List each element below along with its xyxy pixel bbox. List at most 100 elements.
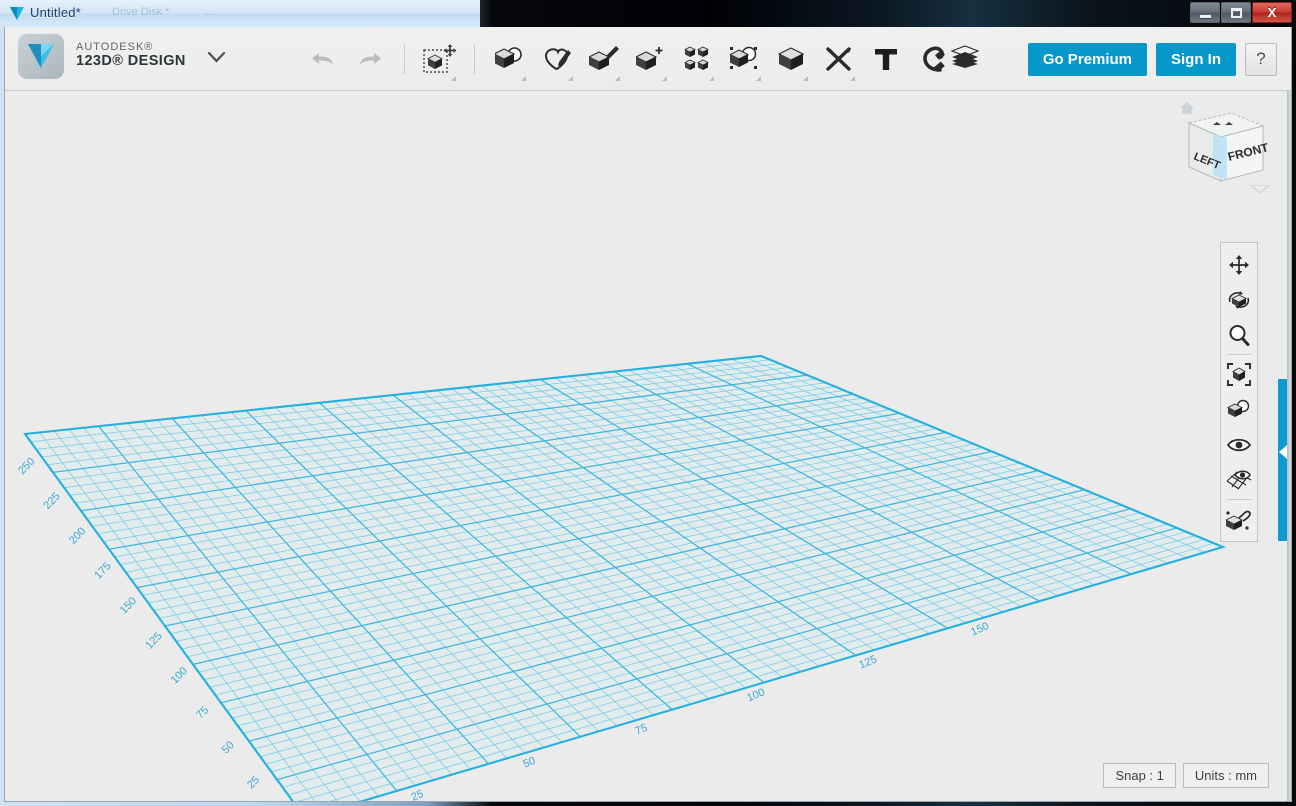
- layers-button[interactable]: [950, 44, 980, 74]
- grid-label-left: 125: [143, 630, 164, 652]
- shaded-cube-icon: [1227, 399, 1250, 417]
- brand-block[interactable]: AUTODESK® 123D® DESIGN: [18, 33, 225, 79]
- grid-label-bottom: 125: [857, 653, 879, 671]
- text-t-icon: [874, 49, 897, 70]
- combine-cube-icon: [729, 46, 757, 69]
- chevron-down-icon[interactable]: [1249, 181, 1271, 199]
- grid-label-left: 25: [245, 774, 262, 791]
- fit-cube-icon: [1227, 363, 1251, 386]
- app-window: Untitled* Drive Disk * ... X AUTODESK® 1…: [0, 0, 1296, 806]
- help-button[interactable]: ?: [1245, 42, 1277, 76]
- pattern-cubes-icon: [683, 46, 709, 70]
- grid-label-bottom: 150: [969, 620, 991, 638]
- grid-label-left: 225: [41, 490, 62, 512]
- close-button[interactable]: X: [1252, 2, 1292, 23]
- chevron-down-icon[interactable]: [207, 50, 225, 68]
- primitives-cube-icon: [494, 47, 522, 68]
- pattern-tool[interactable]: [677, 36, 718, 82]
- transform-tool[interactable]: [419, 36, 460, 82]
- brand-product: 123D® DESIGN: [76, 53, 186, 70]
- os-window-frame: Untitled* Drive Disk * ... X AUTODESK® 1…: [0, 0, 1296, 806]
- view-style-tool[interactable]: [1223, 392, 1255, 427]
- maximize-button[interactable]: [1221, 2, 1251, 23]
- 3d-viewport[interactable]: 250 225 200 175 150 125 100 75 50 25 25 50 75 100 125…: [5, 91, 1291, 801]
- toolbar-separator-1: [404, 44, 405, 74]
- grid-label-left: 200: [67, 525, 88, 547]
- undo-button[interactable]: [302, 36, 343, 82]
- grid-label-bottom: 100: [745, 686, 767, 704]
- minimize-button[interactable]: [1190, 2, 1220, 23]
- units-setting-button[interactable]: Units : mm: [1182, 763, 1269, 788]
- text-tool[interactable]: [865, 36, 906, 82]
- grid-label-bottom: 75: [633, 722, 649, 738]
- move-cube-icon: [422, 44, 456, 73]
- dropdown-indicator[interactable]: [451, 76, 456, 81]
- brand-text: AUTODESK® 123D® DESIGN: [76, 41, 186, 70]
- grid-label-left: 75: [194, 704, 211, 721]
- eye-icon: [1227, 438, 1251, 451]
- window-controls: X: [1190, 2, 1292, 23]
- toolbar-separator-2: [474, 44, 475, 74]
- minimize-icon: [1199, 14, 1211, 18]
- undo-arrow-icon: [311, 53, 333, 65]
- grid-plane: 250225200175150125100755025 255075100125…: [16, 354, 1227, 801]
- grid-tool[interactable]: [1223, 462, 1255, 497]
- snap-setting-button[interactable]: Snap : 1: [1103, 763, 1176, 788]
- grid-label-left: 100: [169, 665, 190, 687]
- window-title: Untitled*: [30, 5, 81, 20]
- pan-tool[interactable]: [1223, 247, 1255, 282]
- app-icon: [10, 7, 24, 20]
- material-tool[interactable]: [1223, 502, 1255, 537]
- fit-tool[interactable]: [1223, 357, 1255, 392]
- status-bar: Snap : 1 Units : mm: [1103, 763, 1269, 788]
- view-cube[interactable]: LEFT FRONT: [1169, 101, 1273, 201]
- combine-tool[interactable]: [771, 36, 812, 82]
- primitives-tool[interactable]: [489, 36, 530, 82]
- grid-eye-icon: [1226, 470, 1252, 489]
- construct-cube-icon: [588, 46, 619, 70]
- dropdown-indicator[interactable]: [709, 76, 714, 81]
- sign-in-button[interactable]: Sign In: [1156, 42, 1236, 76]
- magnifier-icon: [1229, 324, 1250, 346]
- dropdown-indicator[interactable]: [521, 76, 526, 81]
- arrow-left-icon: [1279, 445, 1287, 459]
- redo-button[interactable]: [349, 36, 390, 82]
- dropdown-indicator[interactable]: [662, 76, 667, 81]
- grid-label-bottom: 25: [409, 788, 425, 801]
- nav-separator-1: [1227, 354, 1251, 355]
- grid-label-left: 175: [92, 560, 113, 582]
- construct-tool[interactable]: [583, 36, 624, 82]
- sketch-tool[interactable]: [536, 36, 577, 82]
- measure-tool[interactable]: [818, 36, 859, 82]
- dropdown-indicator[interactable]: [756, 76, 761, 81]
- app-content: AUTODESK® 123D® DESIGN Go Premium Sign I…: [5, 27, 1291, 801]
- viewport-right-edge: [1287, 91, 1291, 801]
- navigation-toolbar: [1220, 242, 1258, 542]
- measure-tools-icon: [825, 47, 851, 71]
- orbit-cube-icon: [1228, 290, 1250, 309]
- autodesk-logo-icon: [18, 33, 64, 79]
- orbit-tool[interactable]: [1223, 282, 1255, 317]
- zoom-tool[interactable]: [1223, 317, 1255, 352]
- title-bar: Untitled* Drive Disk * ... X: [0, 0, 1296, 27]
- grid-label-left: 50: [220, 739, 237, 756]
- app-client-area: AUTODESK® 123D® DESIGN Go Premium Sign I…: [4, 27, 1292, 802]
- toolbar-right-group: Go Premium Sign In ?: [950, 27, 1277, 91]
- ghost-tab-1: Drive Disk *: [112, 6, 170, 18]
- dropdown-indicator[interactable]: [803, 76, 808, 81]
- snap-tool[interactable]: [912, 36, 953, 82]
- visibility-tool[interactable]: [1223, 427, 1255, 462]
- grouping-tool[interactable]: [724, 36, 765, 82]
- home-icon[interactable]: [1179, 101, 1195, 120]
- magnet-snap-icon: [922, 45, 945, 72]
- dropdown-indicator[interactable]: [568, 76, 573, 81]
- grid-label-left: 250: [16, 455, 37, 477]
- go-premium-button[interactable]: Go Premium: [1027, 42, 1147, 76]
- grid-label-bottom: 50: [521, 755, 537, 771]
- ghost-tab-2: ...: [205, 6, 215, 18]
- solid-cube-icon: [777, 47, 804, 70]
- redo-arrow-icon: [359, 53, 381, 65]
- modify-tool[interactable]: [630, 36, 671, 82]
- dropdown-indicator[interactable]: [850, 76, 855, 81]
- dropdown-indicator[interactable]: [615, 76, 620, 81]
